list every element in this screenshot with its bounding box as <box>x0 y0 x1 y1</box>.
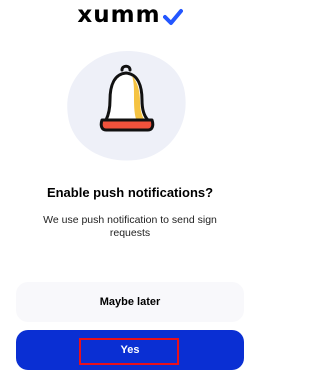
maybe-later-label: Maybe later <box>99 296 161 308</box>
logo-wordmark: xumm <box>77 2 161 28</box>
description-text: We use push notification to send sign re… <box>43 214 217 239</box>
yes-label: Yes <box>120 344 140 356</box>
maybe-later-button[interactable]: Maybe later <box>16 282 244 322</box>
yes-button[interactable]: Yes <box>16 330 244 370</box>
check-icon <box>162 9 183 25</box>
xumm-logo: xumm <box>0 2 260 28</box>
bell-illustration <box>67 50 186 161</box>
page-title: Enable push notifications? <box>46 185 214 200</box>
